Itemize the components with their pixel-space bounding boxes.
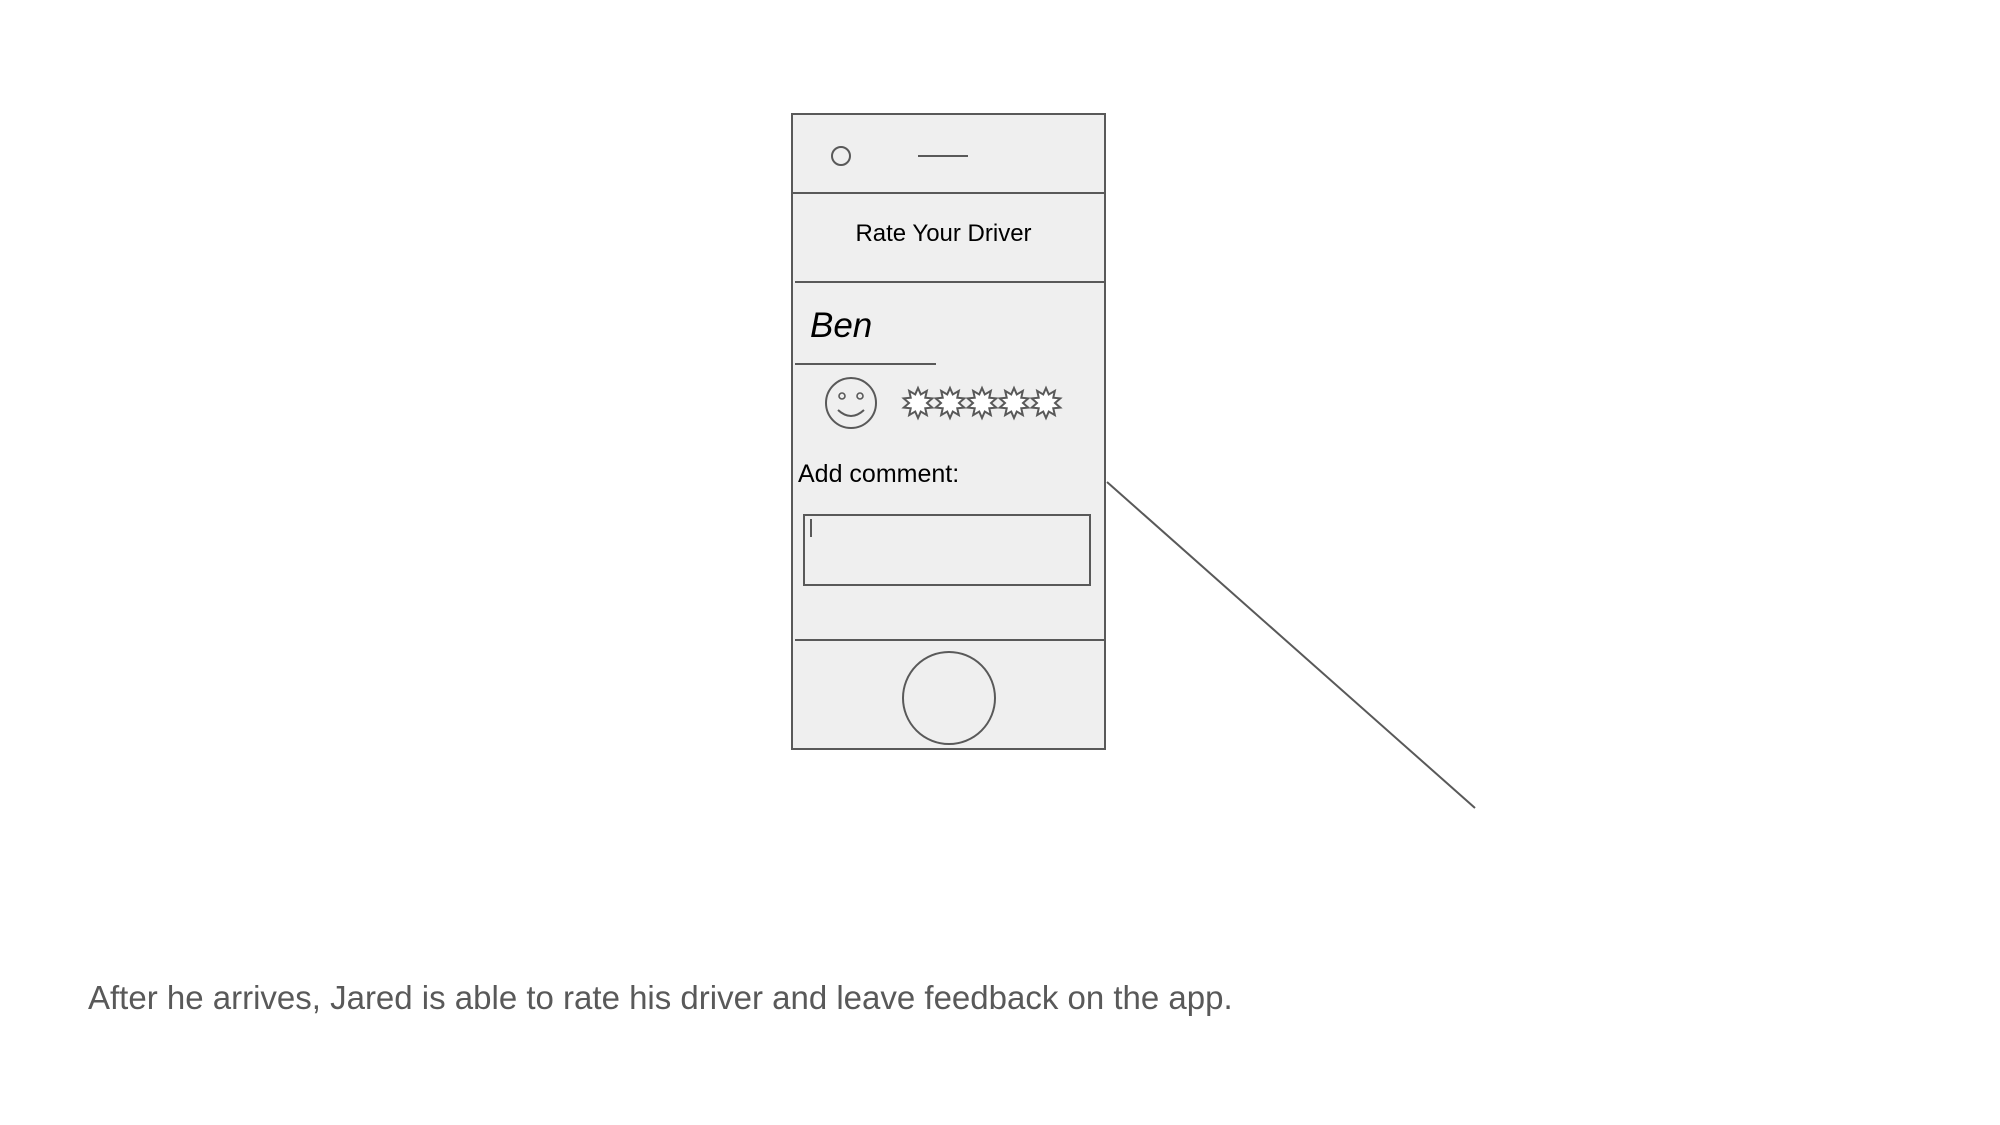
comment-input[interactable] xyxy=(803,514,1091,586)
star-rating[interactable] xyxy=(901,385,1063,421)
comment-label: Add comment: xyxy=(798,460,960,488)
screen-title: Rate Your Driver xyxy=(855,220,1032,247)
slide-caption: After he arrives, Jared is able to rate … xyxy=(88,979,1233,1016)
slide-canvas: Rate Your Driver Ben Add comment: After … xyxy=(0,0,2000,1125)
driver-name: Ben xyxy=(810,306,873,345)
callout-line xyxy=(1106,481,1476,809)
home-button-icon[interactable] xyxy=(902,651,996,745)
